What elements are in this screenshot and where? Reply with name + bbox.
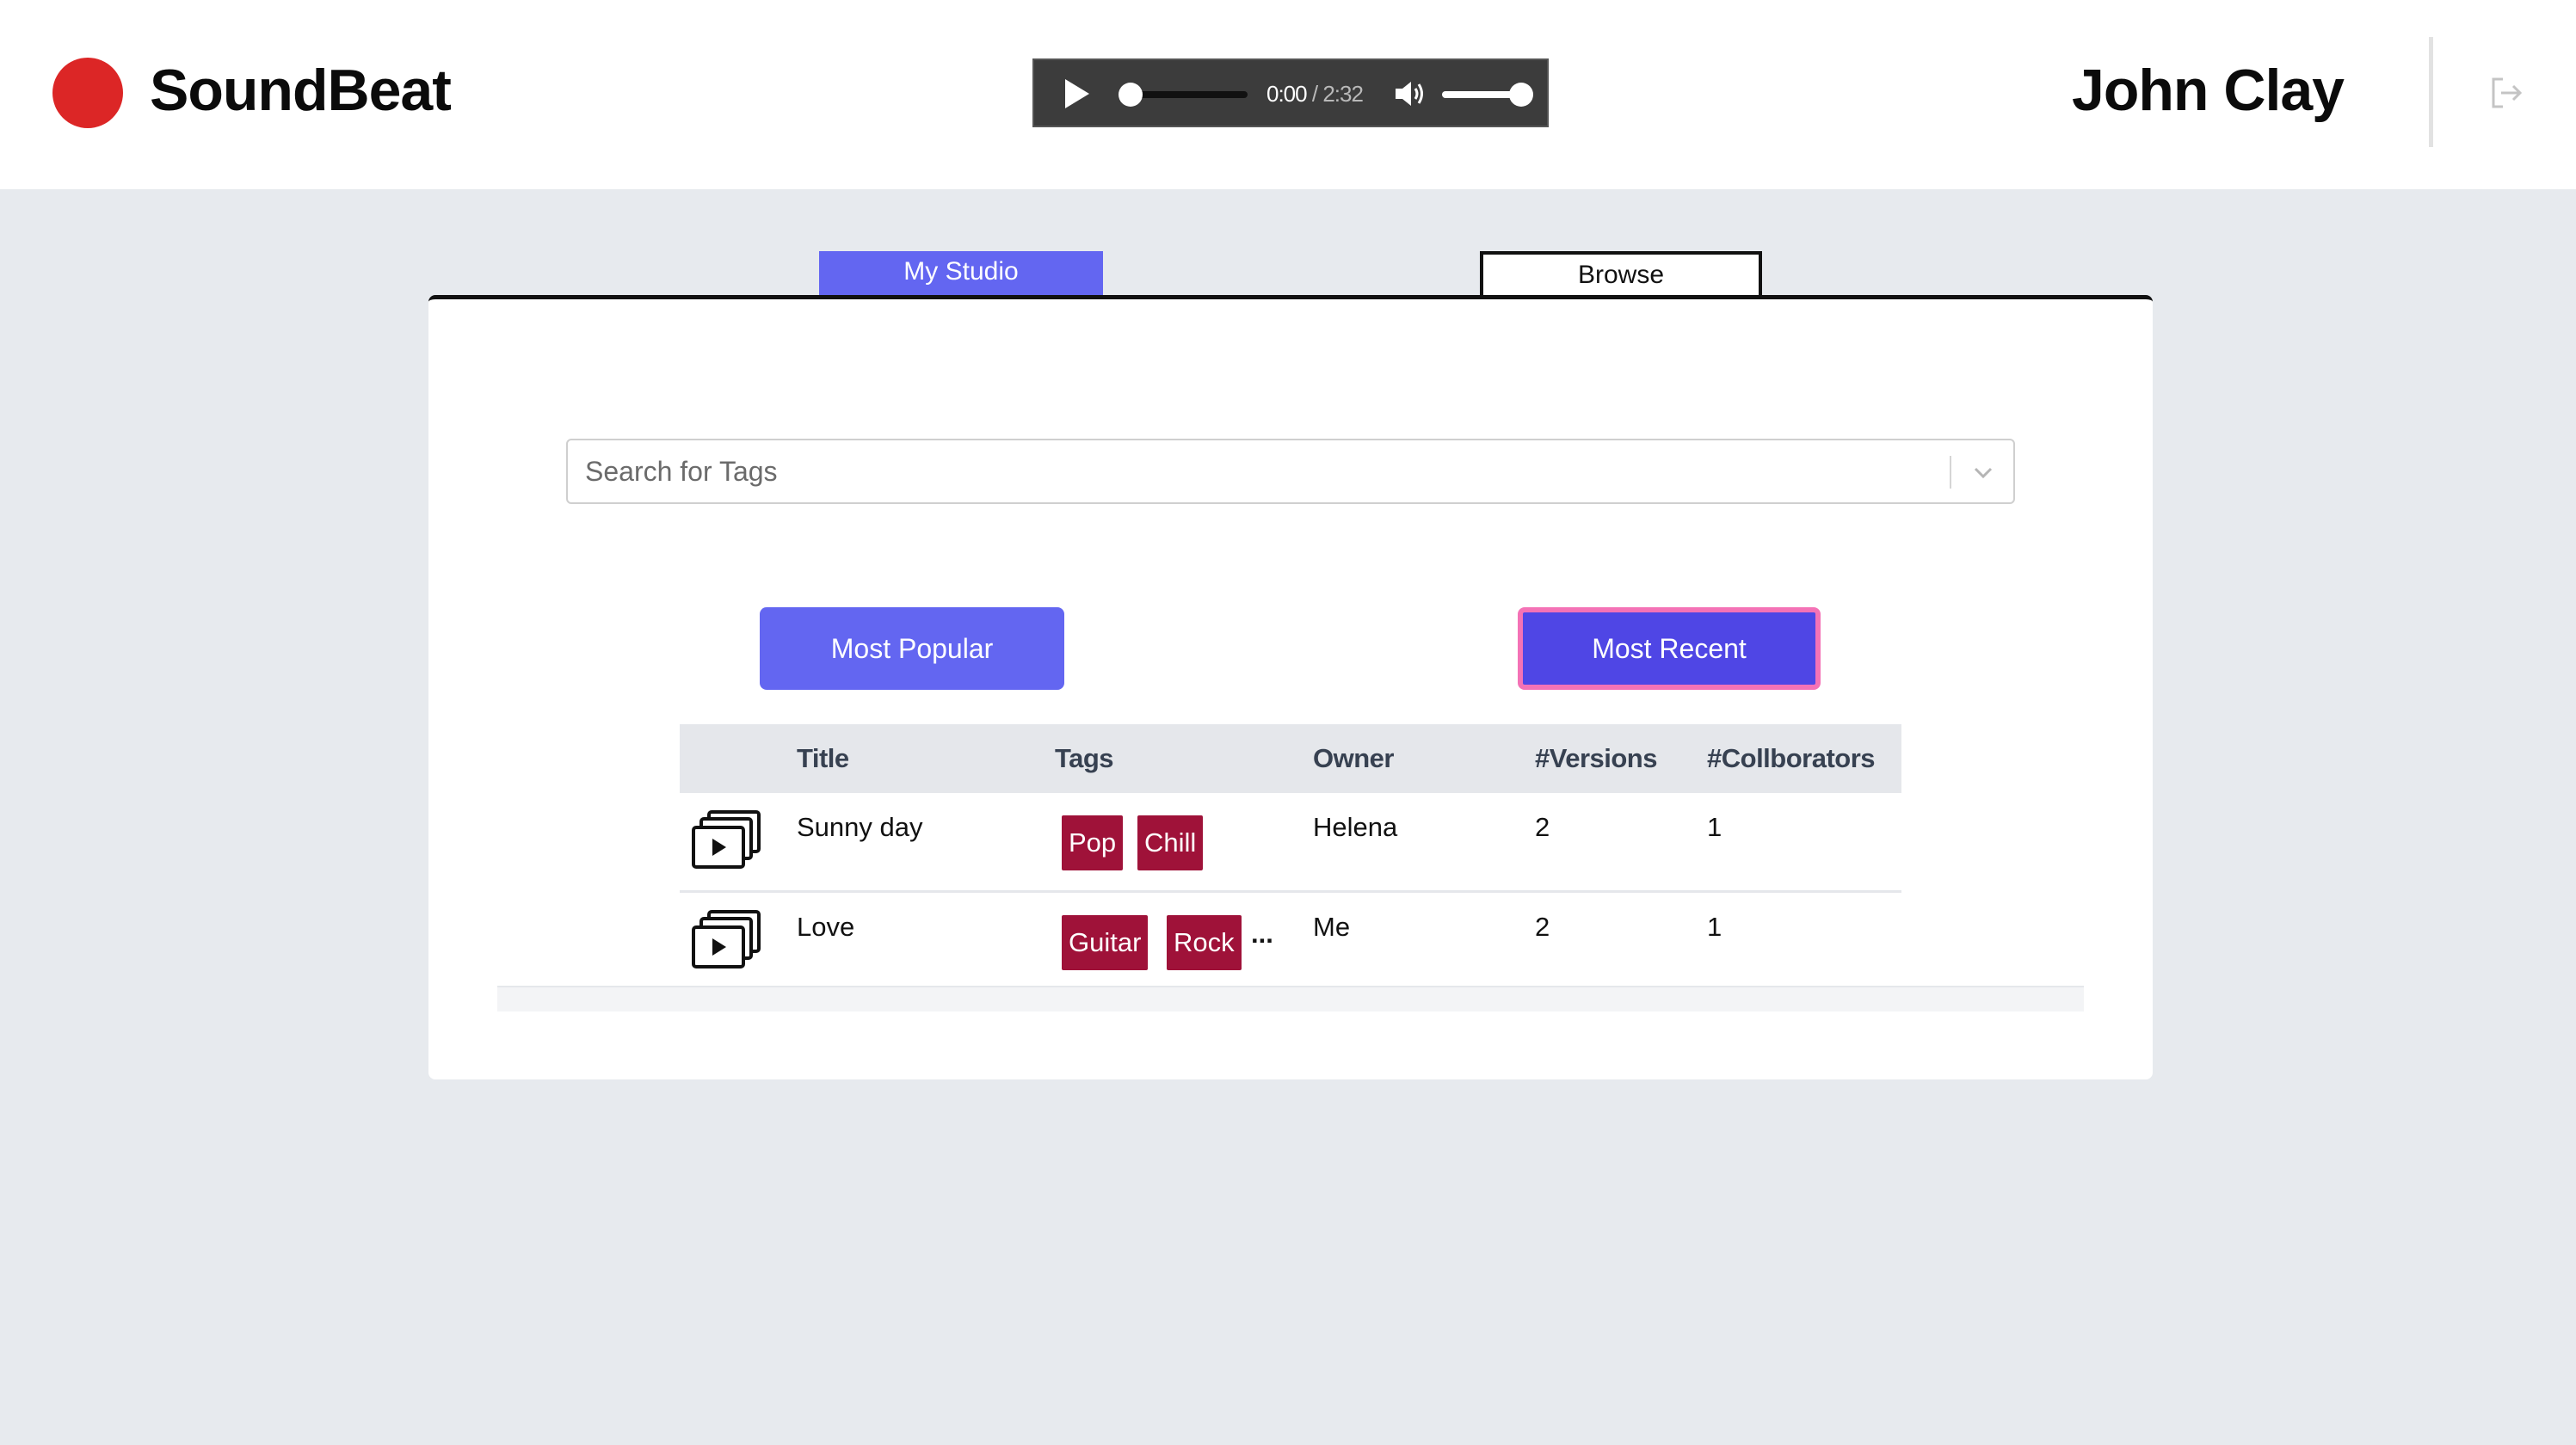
time-readout: 0:00 / 2:32: [1266, 81, 1364, 108]
video-stack-icon[interactable]: [692, 910, 762, 970]
table-row[interactable]: Love Guitar Rock ... Me 2 1: [680, 893, 1901, 993]
volume-icon[interactable]: [1394, 79, 1428, 108]
logout-icon[interactable]: [2489, 76, 2525, 110]
header-owner: Owner: [1313, 743, 1394, 773]
progress-knob[interactable]: [1119, 83, 1143, 107]
track-versions: 2: [1535, 912, 1550, 942]
tab-my-studio[interactable]: My Studio: [819, 251, 1103, 296]
track-title[interactable]: Love: [797, 912, 854, 943]
play-icon[interactable]: [1065, 79, 1089, 108]
brand-name: SoundBeat: [150, 58, 452, 123]
tag-badge[interactable]: Pop: [1062, 815, 1124, 870]
chevron-down-icon[interactable]: [1970, 459, 1996, 485]
volume-knob[interactable]: [1508, 83, 1533, 107]
table-footer: [497, 986, 2084, 1012]
tab-browse[interactable]: Browse: [1480, 251, 1762, 296]
track-owner: Helena: [1313, 812, 1398, 842]
tag-badge[interactable]: Rock: [1167, 915, 1242, 970]
most-popular-button[interactable]: Most Popular: [760, 607, 1064, 690]
header-tags: Tags: [1055, 743, 1114, 773]
track-collaborators: 1: [1707, 812, 1722, 842]
video-stack-icon[interactable]: [692, 810, 762, 870]
volume-slider[interactable]: [1442, 83, 1533, 107]
table-row[interactable]: Sunny day Pop Chill Helena 2 1: [680, 793, 1901, 893]
header-versions: #Versions: [1535, 743, 1657, 773]
tag-badge[interactable]: Chill: [1137, 815, 1204, 870]
current-time: 0:00: [1266, 81, 1308, 107]
track-owner: Me: [1313, 912, 1351, 942]
table-header: Title Tags Owner #Versions #Collborators: [680, 724, 1901, 793]
header-collaborators: #Collborators: [1707, 743, 1876, 773]
more-tags-indicator[interactable]: ...: [1251, 919, 1273, 950]
logo-dot-icon: [52, 58, 123, 128]
header-title: Title: [797, 743, 849, 773]
tag-search-select[interactable]: [566, 439, 2015, 504]
audio-player: 0:00 / 2:32: [1032, 58, 1549, 127]
track-title[interactable]: Sunny day: [797, 812, 923, 843]
track-versions: 2: [1535, 812, 1550, 842]
progress-bar[interactable]: [1119, 83, 1248, 107]
user-name[interactable]: John Clay: [2072, 57, 2345, 124]
header-divider: [2429, 37, 2433, 147]
duration: 2:32: [1322, 81, 1364, 107]
most-recent-button[interactable]: Most Recent: [1518, 607, 1821, 690]
tag-search-input[interactable]: [585, 440, 1944, 502]
top-header: SoundBeat 0:00 / 2:32 John Clay: [0, 0, 2576, 189]
tag-badge[interactable]: Guitar: [1062, 915, 1149, 970]
search-separator: [1950, 456, 1951, 489]
track-collaborators: 1: [1707, 912, 1722, 942]
studio-card: Most Popular Most Recent Title Tags Owne…: [428, 295, 2153, 1079]
time-separator: /: [1311, 81, 1318, 107]
